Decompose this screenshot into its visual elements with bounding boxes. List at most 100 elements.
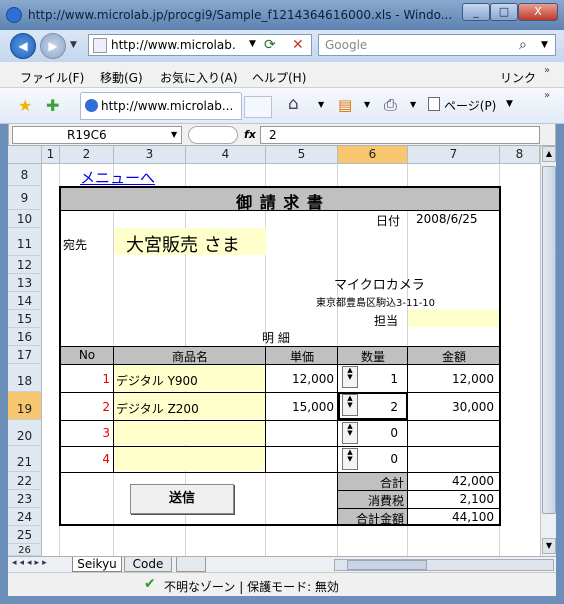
search-box[interactable]: Google ⌕ ▼	[318, 34, 556, 56]
links-label[interactable]: リンク	[500, 69, 536, 86]
print-icon[interactable]: ⎙	[384, 95, 397, 115]
grand-total-value: 44,100	[452, 510, 494, 524]
sheet-nav-icon[interactable]: ◂◂◂▸▸	[12, 558, 50, 568]
formula-input[interactable]: 2	[260, 126, 540, 144]
chevron-right-icon[interactable]: »	[544, 65, 550, 76]
page-menu[interactable]: ページ(P)	[444, 97, 496, 114]
quantity-stepper[interactable]: ▲ ▼	[342, 422, 358, 444]
invoice-line	[60, 420, 500, 421]
row-header[interactable]: 17	[8, 346, 42, 364]
row-header[interactable]: 15	[8, 310, 42, 328]
column-header[interactable]: 4	[186, 146, 266, 164]
search-dropdown-icon[interactable]: ▼	[541, 40, 548, 50]
address-dropdown-icon[interactable]: ▼	[249, 39, 256, 49]
more-tools-icon[interactable]: »	[544, 90, 550, 101]
status-bar: ✔ 不明なゾーン | 保護モード: 無効	[8, 572, 556, 596]
name-box-value: R19C6	[67, 128, 107, 142]
horizontal-scrollbar[interactable]	[334, 559, 554, 571]
scroll-up-icon[interactable]: ▲	[542, 146, 556, 162]
minimize-button[interactable]: _	[462, 3, 490, 21]
quantity-stepper[interactable]: ▲ ▼	[342, 448, 358, 470]
feeds-dropdown-icon[interactable]: ▼	[364, 100, 370, 109]
column-header[interactable]: 3	[114, 146, 186, 164]
maximize-button[interactable]: □	[490, 3, 518, 21]
row-header[interactable]: 22	[8, 472, 42, 490]
formula-value: 2	[269, 128, 277, 142]
home-icon[interactable]: ⌂	[288, 94, 299, 114]
quantity-stepper[interactable]: ▲ ▼	[342, 366, 358, 388]
item-price[interactable]: 15,000	[266, 400, 334, 414]
tab-current[interactable]: http://www.microlab...	[80, 92, 242, 120]
row-header[interactable]: 26	[8, 544, 42, 556]
add-favorite-icon[interactable]: ✚	[46, 96, 59, 115]
row-header[interactable]: 18	[8, 364, 42, 392]
name-box[interactable]: R19C6 ▼	[12, 126, 182, 144]
forward-button[interactable]: ▶	[40, 33, 66, 59]
row-header[interactable]: 10	[8, 210, 42, 228]
row-header[interactable]: 21	[8, 446, 42, 472]
print-dropdown-icon[interactable]: ▼	[410, 100, 416, 109]
feeds-icon[interactable]: ▤	[338, 96, 352, 114]
row-header-selected[interactable]: 19	[8, 392, 42, 420]
row-header[interactable]: 12	[8, 256, 42, 274]
stop-icon[interactable]: ✕	[292, 37, 304, 53]
column-header[interactable]: 8	[500, 146, 540, 164]
page-icon	[93, 38, 107, 53]
row-header[interactable]: 24	[8, 508, 42, 526]
menu-help[interactable]: ヘルプ(H)	[252, 69, 306, 86]
row-header[interactable]: 9	[8, 186, 42, 210]
fx-icon[interactable]: fx	[244, 128, 256, 141]
horizontal-scroll-thumb[interactable]	[347, 560, 427, 570]
page-dropdown-icon[interactable]: ▼	[506, 99, 513, 109]
menu-favorites[interactable]: お気に入り(A)	[160, 69, 238, 86]
address-bar[interactable]: http://www.microlab. ▼	[88, 34, 312, 56]
back-button[interactable]: ◀	[10, 33, 36, 59]
row-header[interactable]: 25	[8, 526, 42, 544]
column-header-selected[interactable]: 6	[338, 146, 408, 164]
column-header[interactable]: 1	[42, 146, 60, 164]
formula-divider-handle[interactable]	[188, 126, 238, 144]
row-header[interactable]: 16	[8, 328, 42, 346]
header-price: 単価	[289, 350, 314, 364]
sheet-tab-code[interactable]: Code	[124, 557, 172, 572]
refresh-icon[interactable]: ⟳	[264, 37, 276, 53]
column-header[interactable]: 2	[60, 146, 114, 164]
tab-page-icon	[85, 99, 98, 112]
menu-file[interactable]: ファイル(F)	[20, 69, 84, 86]
history-dropdown-icon[interactable]: ▼	[70, 40, 77, 50]
close-button[interactable]: X	[518, 3, 558, 21]
search-icon[interactable]: ⌕	[519, 37, 527, 53]
item-price[interactable]: 12,000	[266, 372, 334, 386]
menu-go[interactable]: 移動(G)	[100, 69, 143, 86]
window-title: http://www.microlab.jp/procgi9/Sample_f1…	[28, 8, 453, 22]
select-all-corner[interactable]	[8, 146, 42, 164]
address-input[interactable]: http://www.microlab.	[111, 38, 236, 52]
invoice-title: 御 請 求 書	[236, 193, 324, 212]
scroll-thumb[interactable]	[542, 166, 556, 514]
vertical-scrollbar[interactable]: ▲ ▼	[540, 146, 556, 556]
scroll-down-icon[interactable]: ▼	[542, 538, 556, 554]
item-name[interactable]: デジタル Y900	[116, 372, 198, 389]
checkmark-icon: ✔	[144, 576, 156, 592]
home-dropdown-icon[interactable]: ▼	[318, 100, 324, 109]
row-header[interactable]: 20	[8, 420, 42, 446]
name-box-dropdown-icon[interactable]: ▼	[171, 130, 177, 139]
new-sheet-icon[interactable]	[176, 557, 206, 572]
item-qty: 0	[390, 426, 398, 440]
row-header[interactable]: 13	[8, 274, 42, 292]
menu-link[interactable]: メニューへ	[80, 167, 155, 188]
page-menu-icon[interactable]	[428, 97, 440, 111]
item-name[interactable]: デジタル Z200	[116, 400, 199, 417]
person-label: 担当	[374, 314, 399, 328]
row-header[interactable]: 23	[8, 490, 42, 508]
column-header[interactable]: 5	[266, 146, 338, 164]
send-button[interactable]: 送信	[130, 484, 234, 514]
row-header[interactable]: 14	[8, 292, 42, 310]
row-header[interactable]: 11	[8, 228, 42, 256]
row-header[interactable]: 8	[8, 164, 42, 186]
new-tab-button[interactable]	[244, 96, 272, 118]
sheet-tab-seikyu[interactable]: Seikyu	[72, 557, 122, 572]
favorites-star-icon[interactable]: ★	[18, 96, 32, 115]
search-input[interactable]: Google	[325, 38, 367, 52]
column-header[interactable]: 7	[408, 146, 500, 164]
